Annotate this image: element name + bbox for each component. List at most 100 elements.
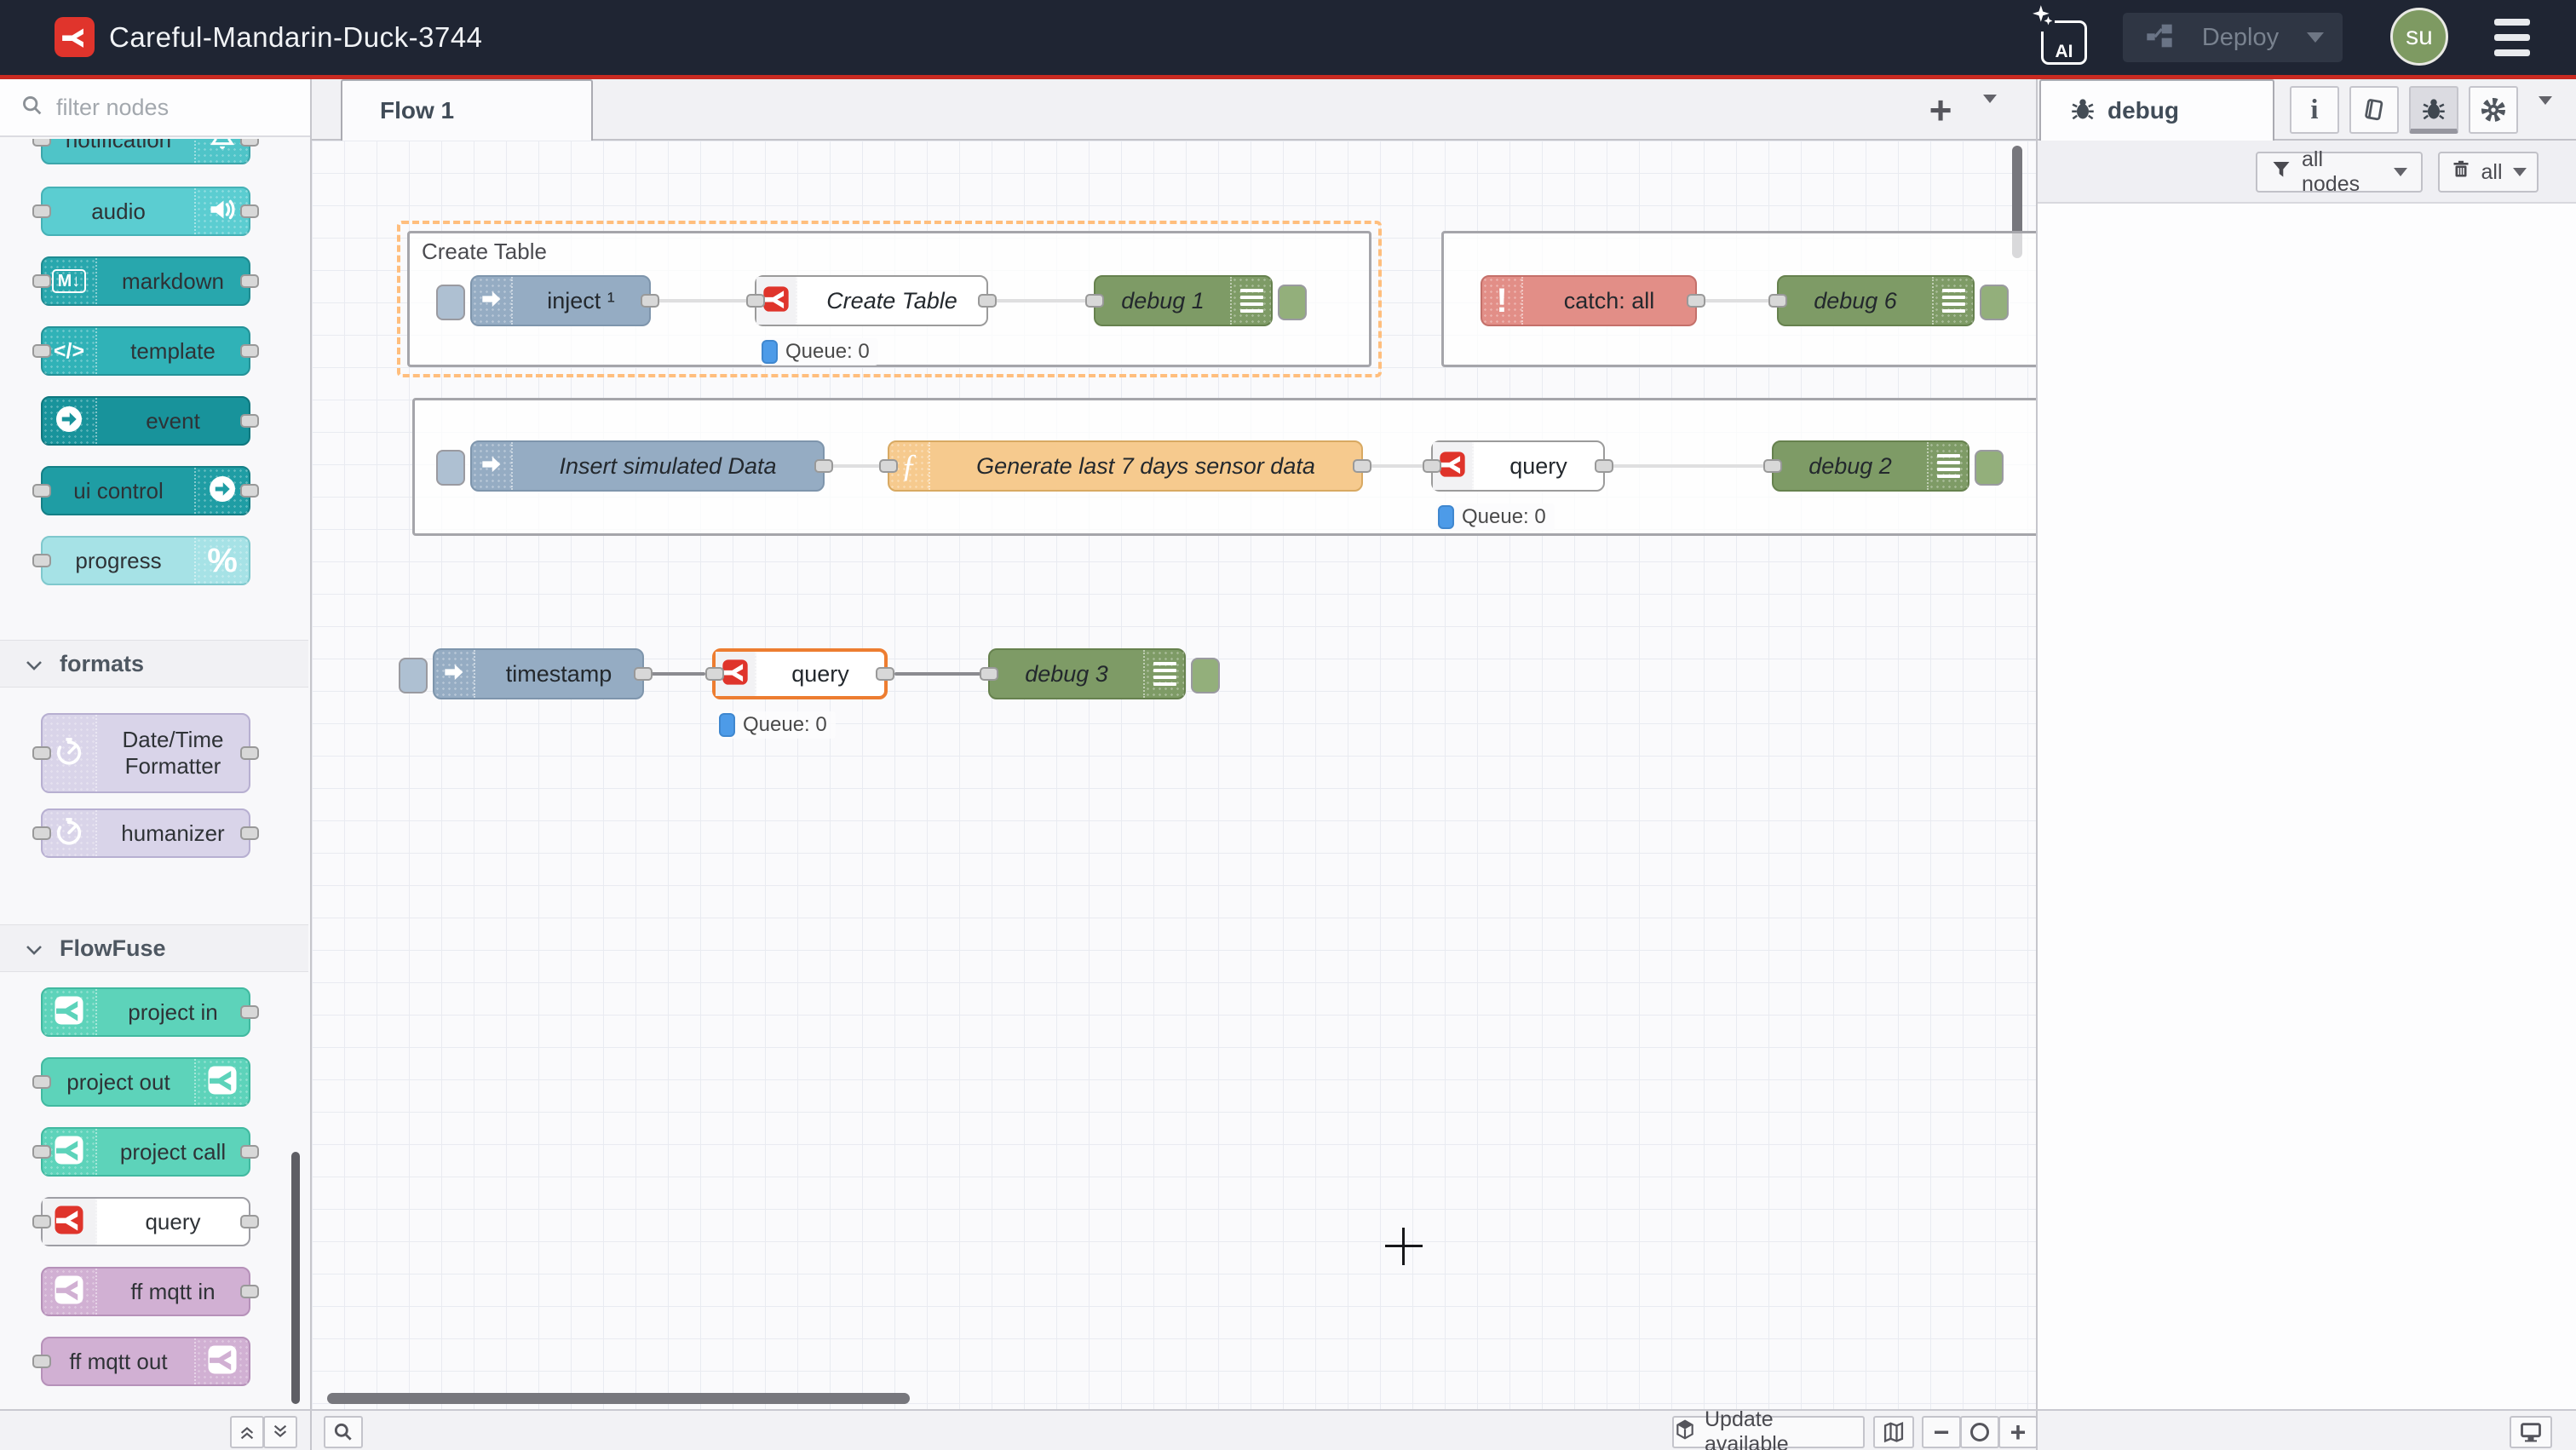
deploy-button[interactable]: Deploy <box>2123 13 2343 62</box>
input-port[interactable] <box>746 294 765 308</box>
palette-scroll-down-button[interactable] <box>263 1416 297 1448</box>
sidebar-collapse-caret[interactable] <box>2539 105 2552 120</box>
debug-tab-button[interactable] <box>2409 86 2458 134</box>
palette-node-query[interactable]: query <box>41 1197 250 1246</box>
palette-node-humanizer[interactable]: humanizer <box>41 808 250 858</box>
debug-toggle-button[interactable] <box>1278 285 1307 320</box>
palette-node-project-out[interactable]: project out <box>41 1057 250 1107</box>
palette-node-progress[interactable]: progress% <box>41 536 250 585</box>
deploy-caret-icon[interactable] <box>2307 32 2324 43</box>
node-debug-6[interactable]: debug 6 <box>1777 275 1975 326</box>
inject-trigger-button[interactable] <box>399 658 428 693</box>
inject-trigger-button[interactable] <box>436 285 465 320</box>
input-port[interactable] <box>32 746 51 760</box>
output-port[interactable] <box>240 204 259 218</box>
output-port[interactable] <box>240 139 259 147</box>
zoom-out-button[interactable]: − <box>1922 1416 1961 1448</box>
palette-node-audio[interactable]: audio <box>41 187 250 236</box>
input-port[interactable] <box>32 274 51 288</box>
help-tab-button[interactable] <box>2349 86 2399 134</box>
debug-toggle-button[interactable] <box>1980 285 2009 320</box>
input-port[interactable] <box>32 139 51 147</box>
input-port[interactable] <box>32 1355 51 1368</box>
user-avatar[interactable]: su <box>2390 8 2448 66</box>
input-port[interactable] <box>32 1215 51 1228</box>
config-tab-button[interactable] <box>2469 86 2518 134</box>
node-debug-2[interactable]: debug 2 <box>1772 440 1969 492</box>
input-port[interactable] <box>1768 294 1787 308</box>
output-port[interactable] <box>240 1215 259 1228</box>
node-debug-1[interactable]: debug 1 <box>1094 275 1273 326</box>
input-port[interactable] <box>32 1145 51 1159</box>
palette-node-project-in[interactable]: project in <box>41 987 250 1037</box>
zoom-in-button[interactable]: + <box>1998 1416 2038 1448</box>
output-port[interactable] <box>978 294 997 308</box>
input-port[interactable] <box>32 344 51 358</box>
update-available-button[interactable]: Update available <box>1672 1416 1865 1448</box>
output-port[interactable] <box>240 1285 259 1298</box>
inject-trigger-button[interactable] <box>436 450 465 486</box>
palette-node-template[interactable]: </>template <box>41 326 250 376</box>
zoom-reset-button[interactable] <box>1960 1416 1999 1448</box>
palette-section-flowfuse[interactable]: FlowFuse <box>0 924 308 972</box>
node-inject-[interactable]: inject ¹ <box>470 275 651 326</box>
input-port[interactable] <box>980 667 998 681</box>
canvas-search-button[interactable] <box>324 1416 363 1448</box>
palette-node-event[interactable]: event <box>41 396 250 446</box>
flow-canvas[interactable]: Create Tableinject ¹Create TableQueue: 0… <box>312 141 2036 1409</box>
output-port[interactable] <box>240 826 259 840</box>
input-port[interactable] <box>705 667 724 681</box>
input-port[interactable] <box>32 204 51 218</box>
palette-node-notification[interactable]: notification <box>41 139 250 164</box>
output-port[interactable] <box>814 459 833 473</box>
output-port[interactable] <box>876 667 894 681</box>
debug-filter-button[interactable]: all nodes <box>2256 152 2423 193</box>
output-port[interactable] <box>240 484 259 498</box>
palette-node-markdown[interactable]: M↓markdown <box>41 256 250 306</box>
palette-scrollbar[interactable] <box>291 1152 300 1404</box>
tab-flow-1[interactable]: Flow 1 <box>341 79 593 141</box>
node-query[interactable]: query <box>1431 440 1605 492</box>
node-insert-simulated-data[interactable]: Insert simulated Data <box>470 440 825 492</box>
minimap-button[interactable] <box>1873 1416 1914 1448</box>
palette-section-formats[interactable]: formats <box>0 640 308 688</box>
main-menu-button[interactable] <box>2494 19 2530 56</box>
output-port[interactable] <box>1687 294 1705 308</box>
input-port[interactable] <box>1423 459 1441 473</box>
palette-scroll-up-button[interactable] <box>230 1416 264 1448</box>
info-tab-button[interactable]: i <box>2290 86 2339 134</box>
output-port[interactable] <box>240 746 259 760</box>
tab-debug[interactable]: debug <box>2039 79 2274 141</box>
ai-assistant-button[interactable]: AI <box>2036 10 2089 66</box>
input-port[interactable] <box>879 459 898 473</box>
open-dashboard-button[interactable] <box>2510 1416 2552 1448</box>
palette-node-ui-control[interactable]: ui control <box>41 466 250 515</box>
node-generate-last-7-days-sensor-data[interactable]: ƒGenerate last 7 days sensor data <box>888 440 1363 492</box>
output-port[interactable] <box>1595 459 1613 473</box>
palette-node-date-time-formatter[interactable]: Date/Time Formatter <box>41 713 250 793</box>
output-port[interactable] <box>240 1005 259 1019</box>
add-flow-button[interactable]: + <box>1917 86 1964 134</box>
input-port[interactable] <box>1763 459 1782 473</box>
debug-clear-button[interactable]: all <box>2438 152 2539 193</box>
node-debug-3[interactable]: debug 3 <box>988 648 1186 699</box>
node-create-table[interactable]: Create Table <box>755 275 988 326</box>
output-port[interactable] <box>240 1145 259 1159</box>
output-port[interactable] <box>634 667 653 681</box>
node-timestamp[interactable]: timestamp <box>433 648 644 699</box>
palette-node-ff-mqtt-in[interactable]: ff mqtt in <box>41 1267 250 1316</box>
input-port[interactable] <box>32 484 51 498</box>
input-port[interactable] <box>32 826 51 840</box>
input-port[interactable] <box>32 554 51 567</box>
output-port[interactable] <box>240 344 259 358</box>
debug-toggle-button[interactable] <box>1975 450 2004 486</box>
node-catch-all[interactable]: !catch: all <box>1481 275 1697 326</box>
palette-node-ff-mqtt-out[interactable]: ff mqtt out <box>41 1337 250 1386</box>
palette-node-project-call[interactable]: project call <box>41 1127 250 1177</box>
filter-nodes-input[interactable] <box>55 94 279 122</box>
node-query[interactable]: query <box>712 648 888 699</box>
output-port[interactable] <box>240 414 259 428</box>
canvas-horizontal-scrollbar[interactable] <box>327 1393 910 1404</box>
input-port[interactable] <box>1085 294 1104 308</box>
debug-toggle-button[interactable] <box>1191 658 1220 693</box>
